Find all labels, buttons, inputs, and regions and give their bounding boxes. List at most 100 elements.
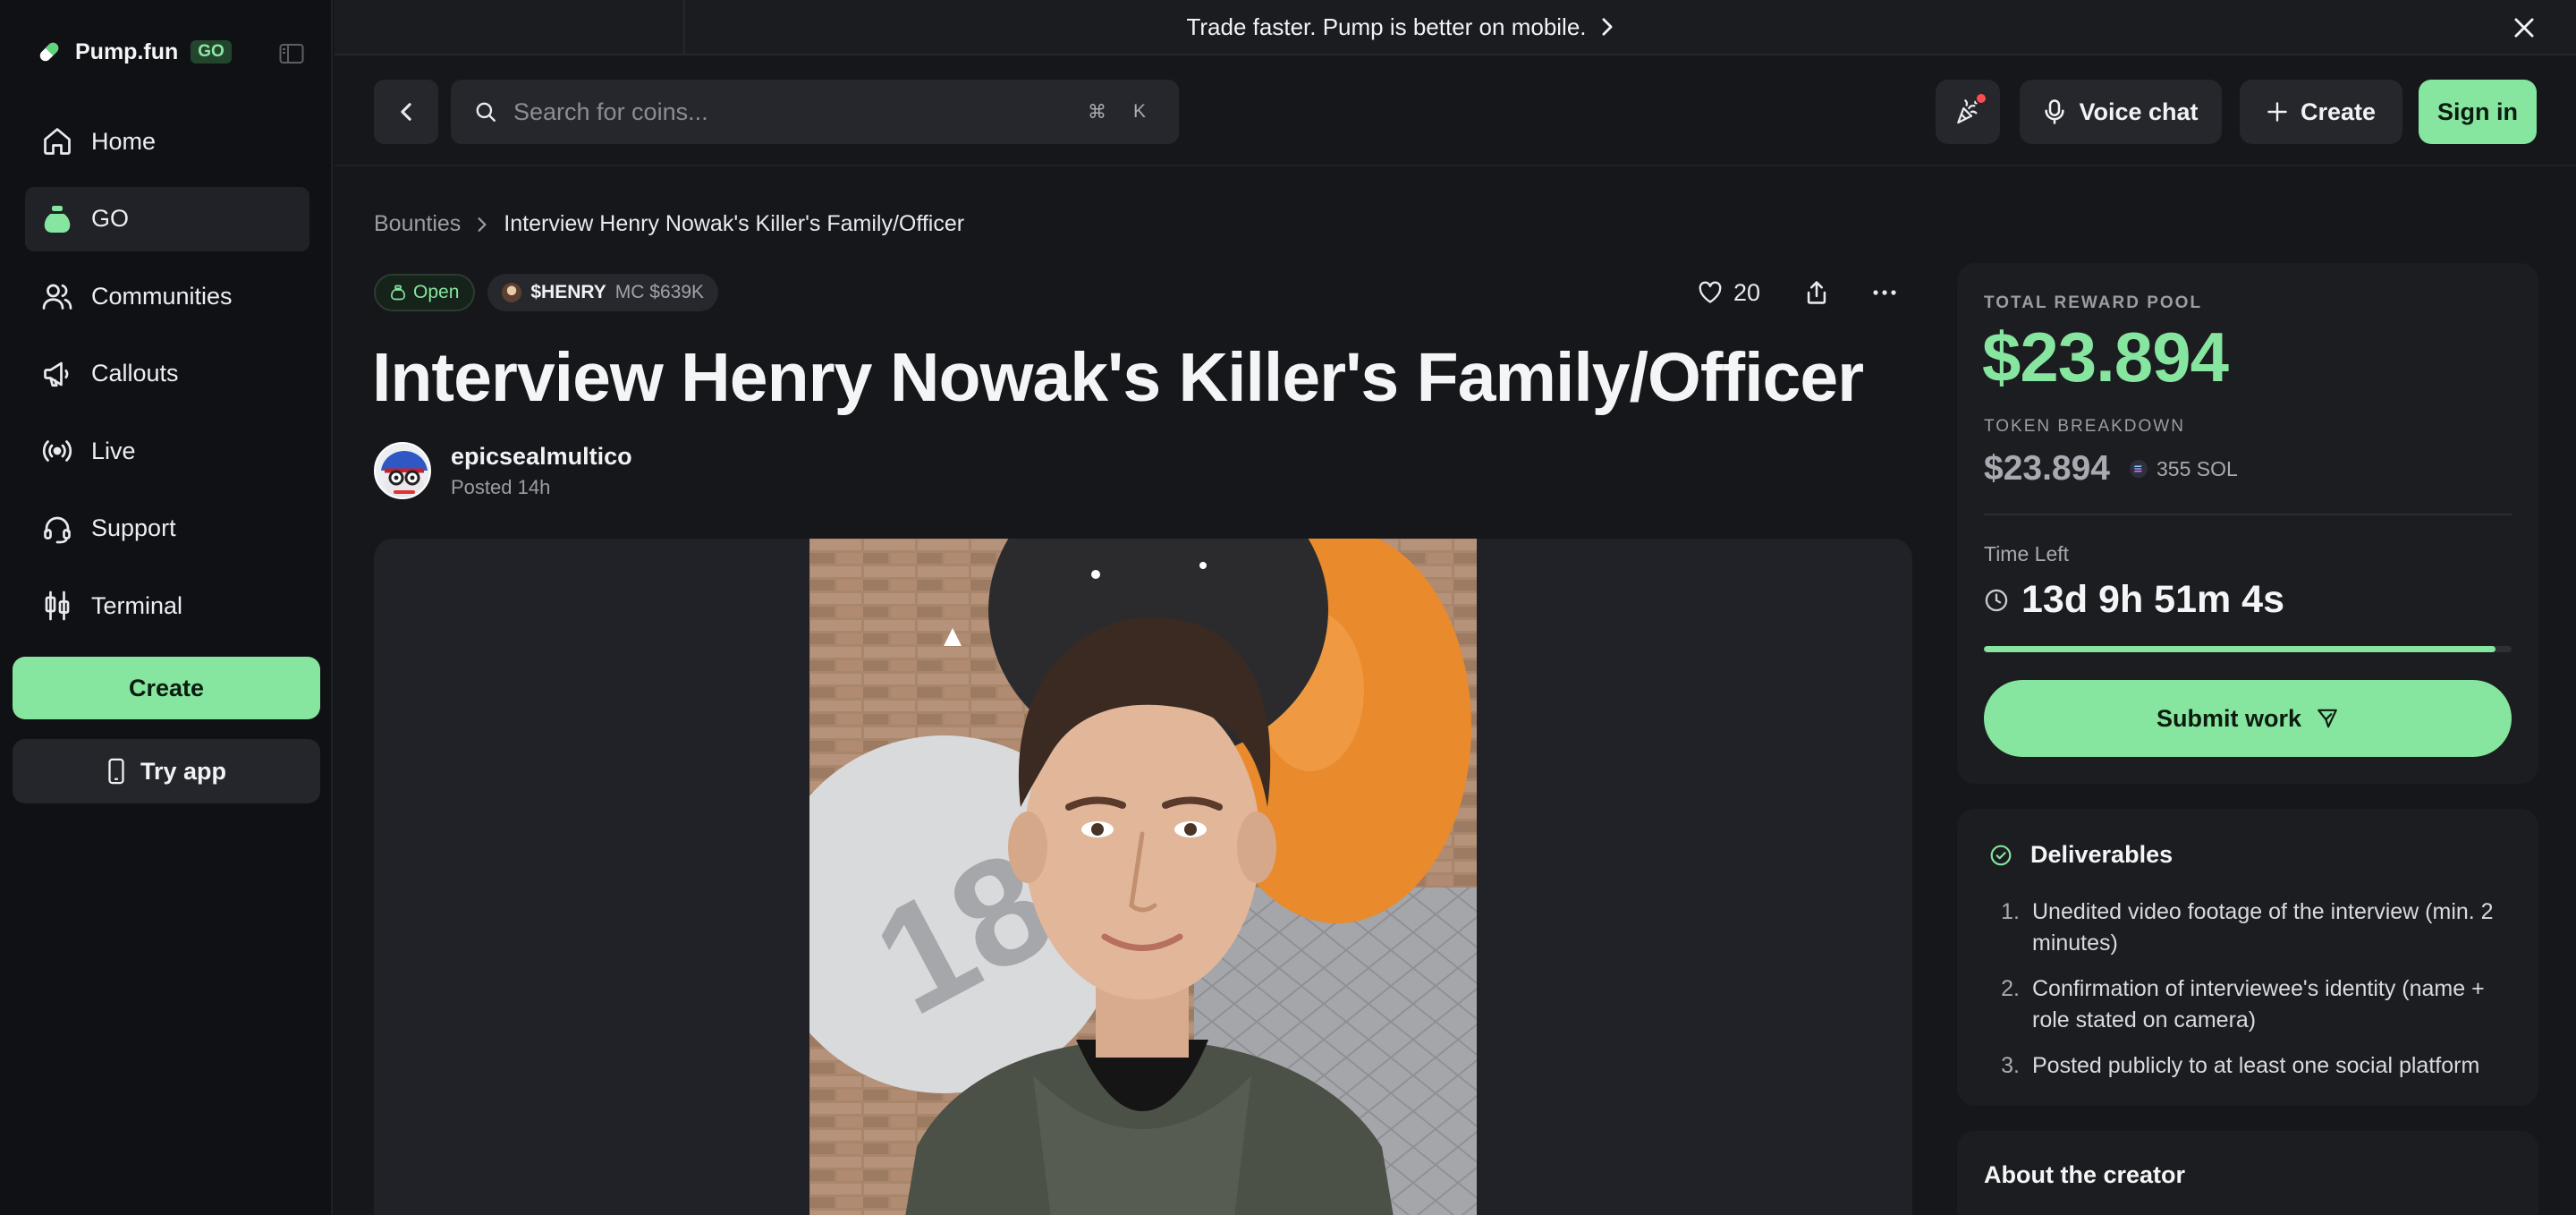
back-button[interactable]: [374, 80, 438, 144]
reward-pool-label: TOTAL REWARD POOL: [1984, 293, 2203, 312]
megaphone-icon: [39, 356, 75, 392]
home-icon: [39, 123, 75, 159]
submit-work-button[interactable]: Submit work: [1984, 680, 2512, 757]
sidebar-item-support[interactable]: Support: [25, 497, 309, 561]
breadcrumb-bounties-link[interactable]: Bounties: [374, 211, 461, 237]
sidebar-item-label: Communities: [91, 282, 233, 310]
send-icon: [2316, 707, 2339, 730]
breadcrumb-current: Interview Henry Nowak's Killer's Family/…: [504, 211, 965, 236]
time-left-value: 13d 9h 51m 4s: [2021, 578, 2285, 621]
sidebar-item-callouts[interactable]: Callouts: [25, 342, 309, 406]
heart-icon: [1698, 281, 1723, 304]
clock-icon: [1984, 588, 2009, 613]
microphone-icon: [2043, 98, 2066, 125]
money-bag-icon: [39, 201, 75, 237]
list-item-number: 2.: [2001, 976, 2020, 1001]
sidebar-item-live[interactable]: Live: [25, 419, 309, 483]
submit-work-label: Submit work: [2156, 704, 2301, 732]
headset-icon: [39, 511, 75, 547]
breadcrumb: Bounties Interview Henry Nowak's Killer'…: [374, 211, 964, 237]
sidebar-create-button[interactable]: Create: [13, 657, 320, 719]
time-progress-fill: [1984, 646, 2496, 652]
token-avatar: [502, 283, 522, 302]
sidebar-item-home[interactable]: Home: [25, 109, 309, 174]
sidebar-item-label: GO: [91, 205, 130, 232]
bounty-photo: 18: [809, 539, 1477, 1215]
create-label: Create: [2300, 98, 2377, 125]
chevron-right-icon: [477, 217, 487, 233]
voice-chat-label: Voice chat: [2079, 98, 2199, 125]
list-item: 1. Unedited video footage of the intervi…: [1984, 896, 2512, 959]
reward-panel: TOTAL REWARD POOL $23.894 TOKEN BREAKDOW…: [1957, 263, 2538, 784]
top-header: ⌘ K Voice chat Create Sign in: [335, 57, 2576, 166]
time-left: 13d 9h 51m 4s: [1984, 578, 2284, 622]
brand-badge: GO: [191, 40, 232, 64]
mobile-promo-banner[interactable]: Trade faster. Pump is better on mobile.: [335, 0, 2576, 55]
brand[interactable]: Pump.fun GO: [36, 34, 232, 70]
banner-divider: [683, 0, 685, 55]
sidebar-item-label: Terminal: [91, 591, 183, 619]
broadcast-icon: [39, 433, 75, 469]
notifications-button[interactable]: [1936, 80, 2000, 144]
search-icon: [474, 100, 497, 123]
search-input[interactable]: [513, 98, 1068, 126]
author-name[interactable]: epicsealmultico: [451, 443, 632, 471]
token-breakdown: $23.894 355 SOL: [1984, 449, 2238, 489]
bounty-title: Interview Henry Nowak's Killer's Family/…: [372, 339, 1864, 416]
check-circle-icon: [1989, 844, 2012, 867]
brand-name: Pump.fun: [75, 38, 179, 64]
sidebar-item-communities[interactable]: Communities: [25, 264, 309, 328]
author-info[interactable]: epicsealmultico Posted 14h: [374, 442, 632, 499]
solana-icon: [2129, 460, 2148, 478]
list-item-number: 3.: [2001, 1053, 2020, 1078]
try-app-button[interactable]: Try app: [13, 739, 320, 803]
like-count: 20: [1733, 278, 1761, 306]
time-progress-bar: [1984, 646, 2512, 652]
breakdown-sol: 355 SOL: [2129, 456, 2238, 481]
header-create-button[interactable]: Create: [2240, 80, 2402, 144]
like-button[interactable]: 20: [1698, 279, 1760, 307]
sidebar-item-label: Callouts: [91, 360, 179, 387]
divider: [1984, 514, 2512, 515]
chevron-left-icon: [400, 102, 412, 122]
sidebar-item-go[interactable]: GO: [25, 186, 309, 251]
bounty-actions: 20: [1698, 274, 1903, 311]
shortcut-cmd-key: ⌘: [1088, 101, 1106, 123]
collapse-sidebar-icon[interactable]: [274, 39, 309, 68]
list-item-text: Confirmation of interviewee's identity (…: [2032, 976, 2485, 1032]
deliverables-title: Deliverables: [2030, 841, 2174, 868]
posted-time: Posted 14h: [451, 475, 551, 498]
chevron-right-icon: [1601, 17, 1614, 37]
list-item-number: 1.: [2001, 899, 2020, 924]
token-breakdown-label: TOKEN BREAKDOWN: [1984, 417, 2185, 436]
banner-link[interactable]: Trade faster. Pump is better on mobile.: [1186, 13, 1613, 41]
sign-in-button[interactable]: Sign in: [2419, 80, 2537, 144]
status-label: Open: [413, 282, 460, 302]
more-options-icon[interactable]: [1866, 274, 1903, 311]
token-ticker: $HENRY: [530, 282, 606, 302]
voice-chat-button[interactable]: Voice chat: [2020, 80, 2222, 144]
close-icon[interactable]: [2508, 12, 2540, 44]
notification-dot: [1975, 92, 1987, 105]
deliverables-panel: Deliverables 1. Unedited video footage o…: [1957, 809, 2538, 1106]
pill-logo-icon: [36, 38, 63, 65]
banner-text: Trade faster. Pump is better on mobile.: [1186, 13, 1587, 40]
list-item-text: Unedited video footage of the interview …: [2032, 899, 2494, 956]
list-item: 3. Posted publicly to at least one socia…: [1984, 1050, 2512, 1082]
sidebar-item-label: Live: [91, 437, 136, 464]
breakdown-sol-value: 355 SOL: [2156, 456, 2238, 480]
share-icon[interactable]: [1798, 274, 1835, 311]
reward-pool-value: $23.894: [1982, 318, 2229, 396]
search-bar[interactable]: ⌘ K: [451, 80, 1179, 144]
token-market-cap: MC $639K: [614, 282, 705, 302]
sidebar-nav: Home GO Communities Callouts Live Suppor…: [25, 109, 309, 651]
list-item: 2. Confirmation of interviewee's identit…: [1984, 973, 2512, 1036]
sidebar-item-terminal[interactable]: Terminal: [25, 574, 309, 638]
token-badge[interactable]: $HENRY MC $639K: [487, 274, 719, 311]
money-bag-icon: [390, 285, 406, 301]
author-avatar[interactable]: [374, 442, 431, 499]
users-icon: [39, 278, 75, 314]
bounty-media[interactable]: 18: [374, 539, 1912, 1215]
status-badge: Open: [374, 274, 476, 311]
time-left-label: Time Left: [1984, 542, 2070, 565]
